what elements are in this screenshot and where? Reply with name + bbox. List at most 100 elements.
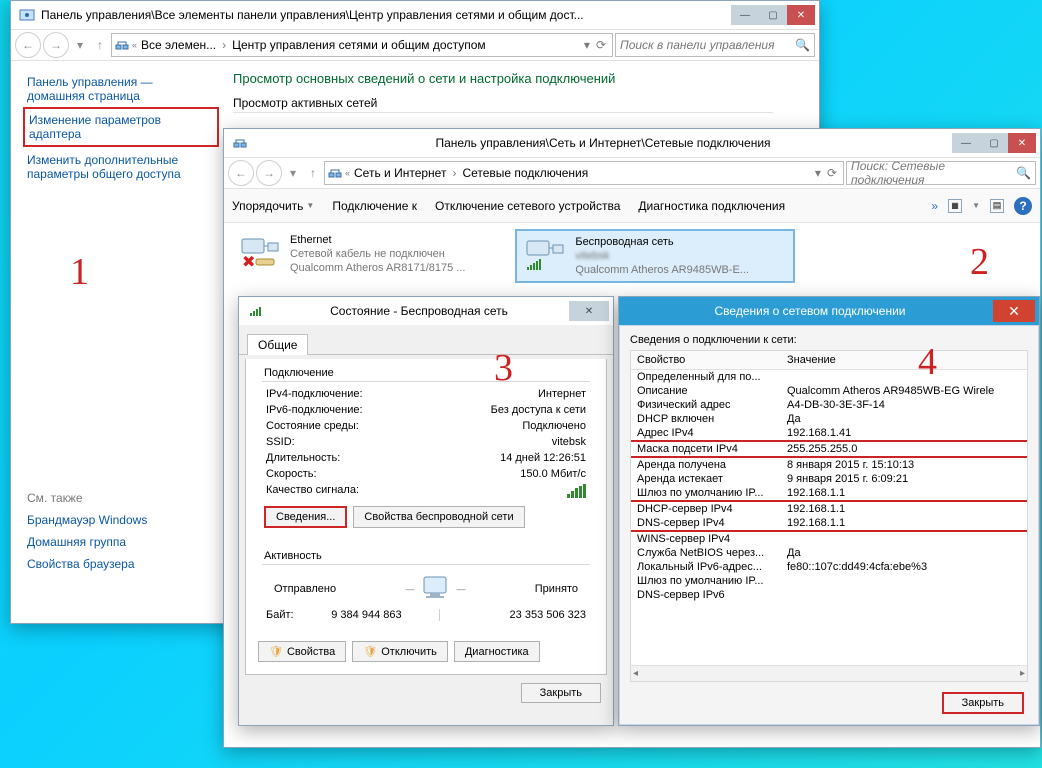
crumb-center[interactable]: Центр управления сетями и общим доступом [230, 38, 488, 52]
recent-button[interactable]: ▾ [284, 160, 302, 186]
ethernet-device: Qualcomm Atheros AR8171/8175 ... [290, 261, 466, 275]
close-button[interactable]: ✕ [787, 5, 815, 25]
win2-search[interactable]: Поиск: Сетевые подключения 🔍 [846, 161, 1036, 185]
wifi-icon [523, 235, 567, 273]
table-row[interactable]: WINS-сервер IPv4 [631, 532, 1027, 546]
close-button[interactable]: ✕ [569, 301, 609, 321]
maximize-button[interactable]: ▢ [759, 5, 787, 25]
tab-general[interactable]: Общие [247, 334, 308, 355]
more-toolbar-icon[interactable]: » [931, 199, 938, 213]
annotation-3: 3 [494, 346, 513, 390]
table-row[interactable]: Аренда получена8 января 2015 г. 15:10:13 [631, 458, 1027, 472]
win2-titlebar: Панель управления\Сеть и Интернет\Сетевы… [224, 129, 1040, 157]
table-row[interactable]: Аренда истекает9 января 2015 г. 6:09:21 [631, 472, 1027, 486]
link-homegroup[interactable]: Домашняя группа [27, 535, 215, 549]
svg-text:✖: ✖ [242, 254, 255, 271]
link-firewall[interactable]: Брандмауэр Windows [27, 513, 215, 527]
val-ipv6: Без доступа к сети [491, 404, 586, 416]
win1-title: Панель управления\Все элементы панели уп… [41, 8, 731, 22]
up-button[interactable]: ↑ [91, 32, 109, 58]
wifi-network: vitebsk [575, 249, 749, 263]
win1-address[interactable]: « Все элемен... › Центр управления сетям… [111, 33, 613, 57]
forward-button[interactable]: → [256, 160, 282, 186]
adapter-ethernet[interactable]: ✖ Ethernet Сетевой кабель не подключен Q… [232, 229, 512, 279]
minimize-button[interactable]: — [731, 5, 759, 25]
table-row[interactable]: ОписаниеQualcomm Atheros AR9485WB-EG Wir… [631, 384, 1027, 398]
table-row[interactable]: Шлюз по умолчанию IP...192.168.1.1 [631, 486, 1027, 502]
table-row[interactable]: Служба NetBIOS через...Да [631, 546, 1027, 560]
control-panel-icon [19, 7, 35, 23]
win1-heading: Просмотр основных сведений о сети и наст… [233, 71, 807, 86]
h-scrollbar[interactable]: ◂▸ [631, 665, 1027, 681]
annotation-1: 1 [70, 250, 89, 294]
annotation-4: 4 [918, 340, 937, 384]
details-button[interactable]: Сведения... [264, 506, 347, 528]
cmd-organize[interactable]: Упорядочить▼ [232, 199, 314, 213]
win2-title: Панель управления\Сеть и Интернет\Сетевы… [254, 136, 952, 150]
close-button[interactable]: ✕ [1008, 133, 1036, 153]
col-property[interactable]: Свойство [631, 351, 781, 369]
table-row[interactable]: Физический адресA4-DB-30-3E-3F-14 [631, 398, 1027, 412]
maximize-button[interactable]: ▢ [980, 133, 1008, 153]
close-button[interactable]: ✕ [993, 300, 1035, 322]
search-icon: 🔍 [795, 38, 810, 52]
win1-search[interactable]: Поиск в панели управления 🔍 [615, 33, 815, 57]
wifi-name: Беспроводная сеть [575, 235, 749, 249]
group-connection: Подключение IPv4-подключение:Интернет IP… [254, 359, 598, 540]
win3-titlebar: Состояние - Беспроводная сеть ✕ [239, 297, 613, 325]
table-row[interactable]: Шлюз по умолчанию IP... [631, 574, 1027, 588]
group-connection-label: Подключение [264, 367, 588, 379]
table-row[interactable]: DNS-сервер IPv6 [631, 588, 1027, 602]
disable-button[interactable]: 🛡Отключить [352, 641, 448, 662]
adapter-wifi[interactable]: Беспроводная сеть vitebsk Qualcomm Ather… [515, 229, 795, 283]
val-ssid: vitebsk [552, 436, 586, 448]
view-icons-button[interactable]: ▦ [948, 199, 962, 213]
shield-icon: 🛡 [269, 645, 283, 658]
col-value[interactable]: Значение [781, 351, 1027, 369]
recent-button[interactable]: ▾ [71, 32, 89, 58]
win2-address[interactable]: « Сеть и Интернет › Сетевые подключения … [324, 161, 844, 185]
side-advanced-sharing[interactable]: Изменить дополнительные параметры общего… [27, 153, 215, 181]
back-button[interactable]: ← [228, 160, 254, 186]
win1-search-text: Поиск в панели управления [620, 38, 775, 52]
preview-pane-button[interactable]: ▤ [990, 199, 1004, 213]
table-row[interactable]: DHCP включенДа [631, 412, 1027, 426]
val-ipv4: Интернет [538, 388, 586, 400]
bytes-sent: 9 384 944 863 [294, 609, 440, 621]
diagnose-button[interactable]: Диагностика [454, 641, 540, 662]
table-row[interactable]: DHCP-сервер IPv4192.168.1.1 [631, 502, 1027, 516]
table-row[interactable]: Маска подсети IPv4255.255.255.0 [631, 442, 1027, 458]
tab-header: Общие [239, 329, 613, 355]
win1-sidebar: Панель управления — домашняя страница Из… [11, 61, 221, 585]
close-button-footer[interactable]: Закрыть [942, 692, 1024, 714]
table-row[interactable]: Определенный для по... [631, 370, 1027, 384]
properties-button[interactable]: 🛡Свойства [258, 641, 346, 662]
network-icon [114, 37, 130, 53]
search-icon: 🔍 [1016, 166, 1031, 180]
win4-title: Сведения о сетевом подключении [627, 304, 993, 318]
crumb-conns[interactable]: Сетевые подключения [460, 166, 590, 180]
cmd-diag[interactable]: Диагностика подключения [638, 199, 785, 213]
cmd-disable[interactable]: Отключение сетевого устройства [435, 199, 620, 213]
side-home[interactable]: Панель управления — домашняя страница [27, 75, 215, 103]
wireless-props-button[interactable]: Свойства беспроводной сети [353, 506, 524, 528]
win2-cmdbar: Упорядочить▼ Подключение к Отключение се… [224, 189, 1040, 223]
link-browser-props[interactable]: Свойства браузера [27, 557, 215, 571]
crumb-all[interactable]: Все элемен... [139, 38, 218, 52]
close-button-footer[interactable]: Закрыть [521, 683, 601, 703]
crumb-net[interactable]: Сеть и Интернет [352, 166, 448, 180]
side-change-adapter[interactable]: Изменение параметров адаптера [29, 113, 213, 141]
table-row[interactable]: Локальный IPv6-адрес...fe80::107c:dd49:4… [631, 560, 1027, 574]
table-row[interactable]: Адрес IPv4192.168.1.41 [631, 426, 1027, 442]
forward-button[interactable]: → [43, 32, 69, 58]
val-speed: 150.0 Мбит/с [520, 468, 586, 480]
back-button[interactable]: ← [15, 32, 41, 58]
cmd-connect[interactable]: Подключение к [332, 199, 417, 213]
side-change-adapter-hl: Изменение параметров адаптера [23, 107, 219, 147]
table-row[interactable]: DNS-сервер IPv4192.168.1.1 [631, 516, 1027, 532]
network-icon [327, 165, 343, 181]
minimize-button[interactable]: — [952, 133, 980, 153]
up-button[interactable]: ↑ [304, 160, 322, 186]
help-icon[interactable]: ? [1014, 197, 1032, 215]
ethernet-status: Сетевой кабель не подключен [290, 247, 466, 261]
